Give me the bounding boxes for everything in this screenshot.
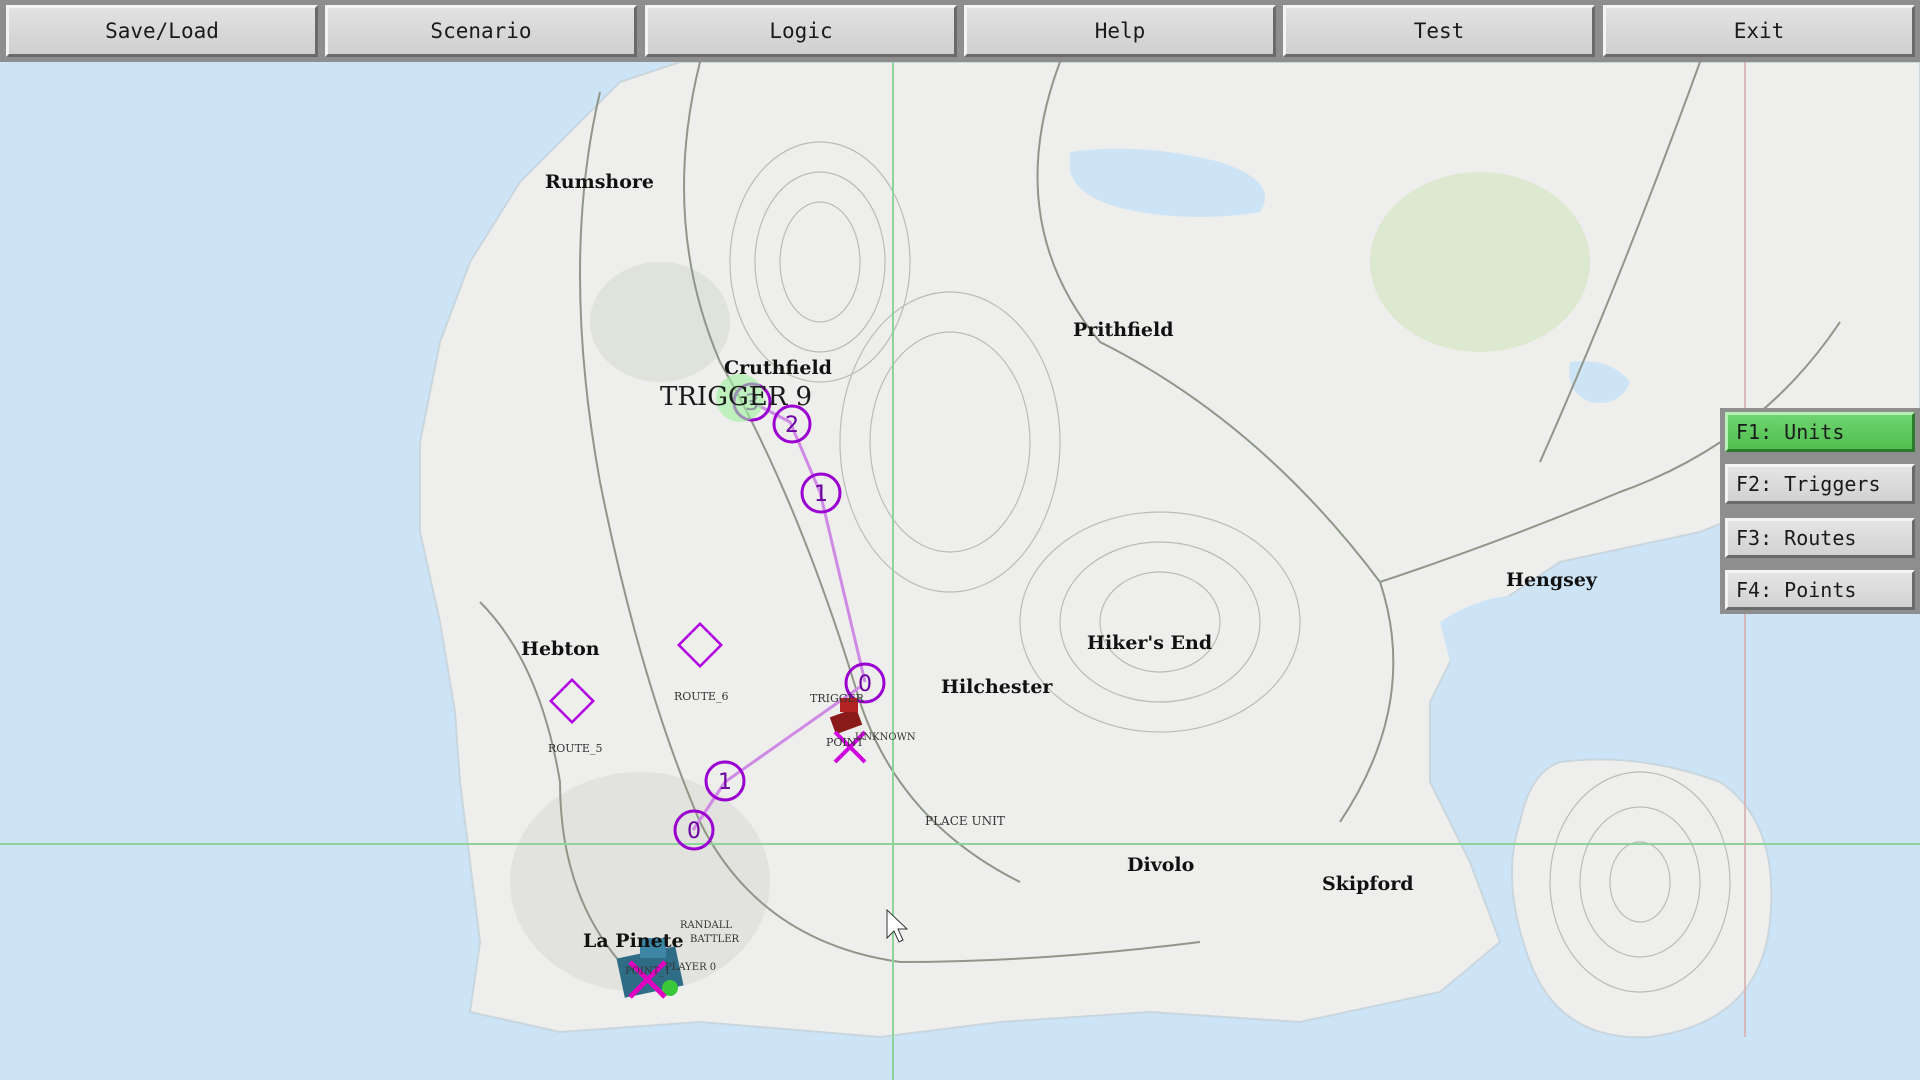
place-hikers-end: Hiker's End [1087,632,1213,654]
waypoint-a0-label: 0 [687,819,701,844]
exit-button[interactable]: Exit [1603,5,1915,57]
routes-tab[interactable]: F3: Routes [1725,518,1915,558]
waypoint-a1-label: 1 [718,770,732,795]
battler-label: BATTLER [690,934,740,945]
unknown-unit-label: UNKNOWN [855,732,916,743]
place-hilchester: Hilchester [941,676,1053,698]
mode-panel: F1: Units F2: Triggers F3: Routes F4: Po… [1720,408,1920,614]
place-skipford: Skipford [1322,873,1414,895]
map-viewport[interactable]: 3 2 1 0 1 0 Rumshore Cr [0,62,1920,1080]
place-hengsey: Hengsey [1506,569,1597,591]
units-tab[interactable]: F1: Units [1725,412,1915,452]
help-button[interactable]: Help [964,5,1276,57]
waypoint-b2-label: 2 [785,413,799,438]
trigger-small-label: TRIGGER [810,692,864,705]
place-prithfield: Prithfield [1073,319,1174,341]
place-unit-label: PLACE UNIT [925,814,1005,828]
point-1-label: POINT_1 [625,966,671,977]
forest-north [1370,172,1590,352]
scenario-button[interactable]: Scenario [325,5,637,57]
player-0-label: PLAYER 0 [665,962,717,973]
triggers-tab[interactable]: F2: Triggers [1725,464,1915,504]
test-button[interactable]: Test [1283,5,1595,57]
logic-button[interactable]: Logic [645,5,957,57]
place-divolo: Divolo [1127,854,1195,876]
route-6-label: ROUTE_6 [674,690,729,703]
map-canvas[interactable]: 3 2 1 0 1 0 [0,62,1920,1080]
trigger-9-label: TRIGGER 9 [660,382,813,412]
waypoint-b1-label: 1 [814,482,828,507]
place-la-pinete: La Pinete [583,930,684,952]
forest-west [590,262,730,382]
randall-label: RANDALL [680,920,733,931]
place-rumshore: Rumshore [545,171,654,193]
place-cruthfield: Cruthfield [724,357,832,379]
top-menu-bar: Save/Load Scenario Logic Help Test Exit [0,0,1920,62]
points-tab[interactable]: F4: Points [1725,570,1915,610]
place-hebton: Hebton [521,638,600,660]
route-5-label: ROUTE_5 [548,742,603,755]
save-load-button[interactable]: Save/Load [6,5,318,57]
